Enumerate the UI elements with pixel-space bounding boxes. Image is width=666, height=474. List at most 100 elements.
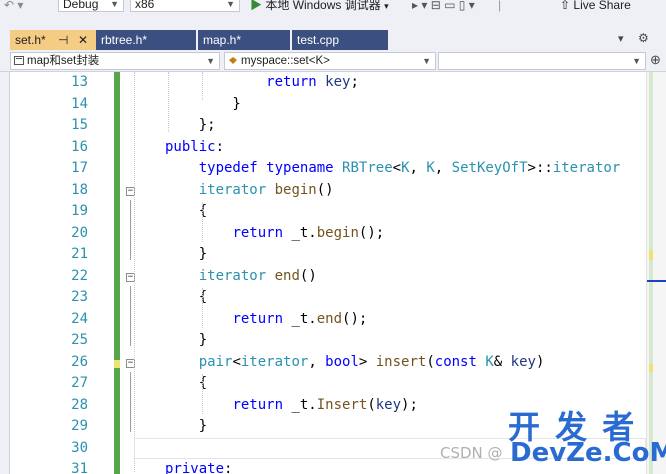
tab-label: test.cpp (297, 33, 340, 47)
run-debugger-button[interactable]: ▶ 本地 Windows 调试器 ▾ (250, 0, 389, 14)
code-token: K (485, 353, 494, 370)
fold-line (130, 286, 131, 346)
live-share-button[interactable]: ⇧ Live Share (560, 0, 631, 14)
undo-icon[interactable]: ↶ ▾ (4, 0, 23, 14)
line-number: 19 (71, 203, 88, 219)
code-line: return _t.end(); (165, 309, 367, 331)
indent-guide (202, 374, 203, 414)
gear-icon[interactable]: ⚙ (638, 31, 649, 45)
code-token: Insert (316, 396, 368, 413)
code-token: end (274, 267, 300, 284)
code-line: } (165, 244, 207, 266)
code-line: } (165, 416, 207, 438)
code-token: ; (350, 74, 359, 90)
code-token: { (165, 203, 208, 219)
scrollbar-change-mark (649, 364, 653, 372)
code-token: { (165, 375, 208, 391)
code-token: key (375, 396, 402, 413)
fold-line (130, 200, 131, 260)
line-number: 30 (71, 439, 88, 456)
chevron-down-icon: ▼ (226, 0, 235, 9)
devze-watermark-text: DevZe.CoM (510, 438, 666, 468)
line-number: 27 (71, 375, 88, 391)
indent-guide (134, 72, 135, 472)
toolbar: ↶ ▾ Debug ▼ x86 ▼ ▶ 本地 Windows 调试器 ▾ ▸ ▾… (0, 0, 666, 14)
platform-dropdown[interactable]: x86 ▼ (130, 0, 240, 12)
class-icon (229, 57, 237, 64)
close-icon[interactable]: ✕ (78, 30, 88, 50)
line-number: 28 (71, 396, 88, 413)
config-dropdown[interactable]: Debug ▼ (58, 0, 124, 12)
line-number: 18 (71, 181, 88, 198)
code-token: & (493, 353, 511, 370)
code-token: } (165, 332, 208, 348)
code-line: public: (165, 137, 224, 159)
code-line: typedef typename RBTree<K, K, SetKeyOfT>… (165, 158, 621, 180)
live-share-label: Live Share (573, 0, 631, 12)
code-token: (); (358, 224, 385, 241)
tab-set-h[interactable]: set.h* ⊣ ✕ (10, 30, 96, 50)
project-dropdown[interactable]: map和set封装 ▼ (10, 52, 220, 70)
line-number: 24 (71, 310, 88, 327)
code-token: } (165, 418, 208, 434)
code-token: _t. (283, 224, 317, 241)
scope-label: myspace::set<K> (241, 55, 330, 67)
code-token: (); (342, 310, 368, 327)
code-line: return key; (165, 72, 359, 94)
code-token: iterator (552, 160, 621, 176)
change-bar-unsaved (114, 360, 120, 368)
csdn-watermark: CSDN @ (440, 444, 503, 462)
line-number: 29 (71, 418, 88, 434)
toolbar-icons[interactable]: ▸ ▾ ⊟ ▭ ▯ ▾ (412, 0, 475, 14)
vertical-scrollbar[interactable] (646, 72, 666, 474)
live-share-icon: ⇧ (560, 0, 571, 12)
scope-dropdown[interactable]: myspace::set<K> ▼ (224, 52, 436, 70)
tab-map-h[interactable]: map.h* (198, 30, 290, 50)
chevron-down-icon: ▼ (206, 56, 215, 66)
tab-rbtree-h[interactable]: rbtree.h* (96, 30, 196, 50)
code-token: key (510, 353, 536, 370)
tab-test-cpp[interactable]: test.cpp (292, 30, 388, 50)
code-token: private (165, 461, 225, 474)
code-token: : (215, 138, 225, 155)
line-number: 17 (71, 160, 88, 176)
pin-icon[interactable]: ⊣ (58, 30, 68, 50)
line-number: 26 (71, 353, 88, 370)
code-token: _t. (283, 396, 317, 413)
code-token: ( (367, 396, 376, 413)
tab-dropdown-icon[interactable]: ▾ (618, 32, 624, 45)
code-token: > (358, 353, 376, 370)
code-token: return (266, 74, 317, 90)
code-token: iterator (240, 353, 309, 370)
change-bar-saved (114, 72, 120, 360)
line-number: 23 (71, 289, 88, 305)
code-token: SetKeyOfT (451, 160, 528, 176)
tab-bar: set.h* ⊣ ✕ rbtree.h* map.h* test.cpp ▾ ⚙ (0, 30, 666, 50)
tab-label: rbtree.h* (101, 33, 148, 47)
code-token: ) (535, 353, 545, 370)
line-number: 22 (71, 267, 88, 284)
code-line: private: (165, 459, 232, 474)
code-token: { (165, 289, 208, 305)
code-token: return (232, 224, 284, 241)
code-token: pair (198, 353, 233, 370)
separator: | (498, 0, 502, 12)
code-token: () (316, 181, 334, 198)
line-number: 13 (71, 74, 88, 90)
split-icon[interactable]: ⊕ (650, 52, 661, 68)
member-dropdown[interactable]: ▼ (438, 52, 646, 70)
code-token: bool (325, 353, 359, 370)
code-token: }; (165, 117, 216, 133)
code-line: } (165, 330, 207, 352)
change-bar-saved (114, 368, 120, 474)
code-token: K (401, 160, 410, 176)
tab-label: map.h* (203, 33, 242, 47)
line-number: 16 (71, 138, 88, 155)
code-token: iterator (198, 267, 267, 284)
fold-line (130, 372, 131, 432)
